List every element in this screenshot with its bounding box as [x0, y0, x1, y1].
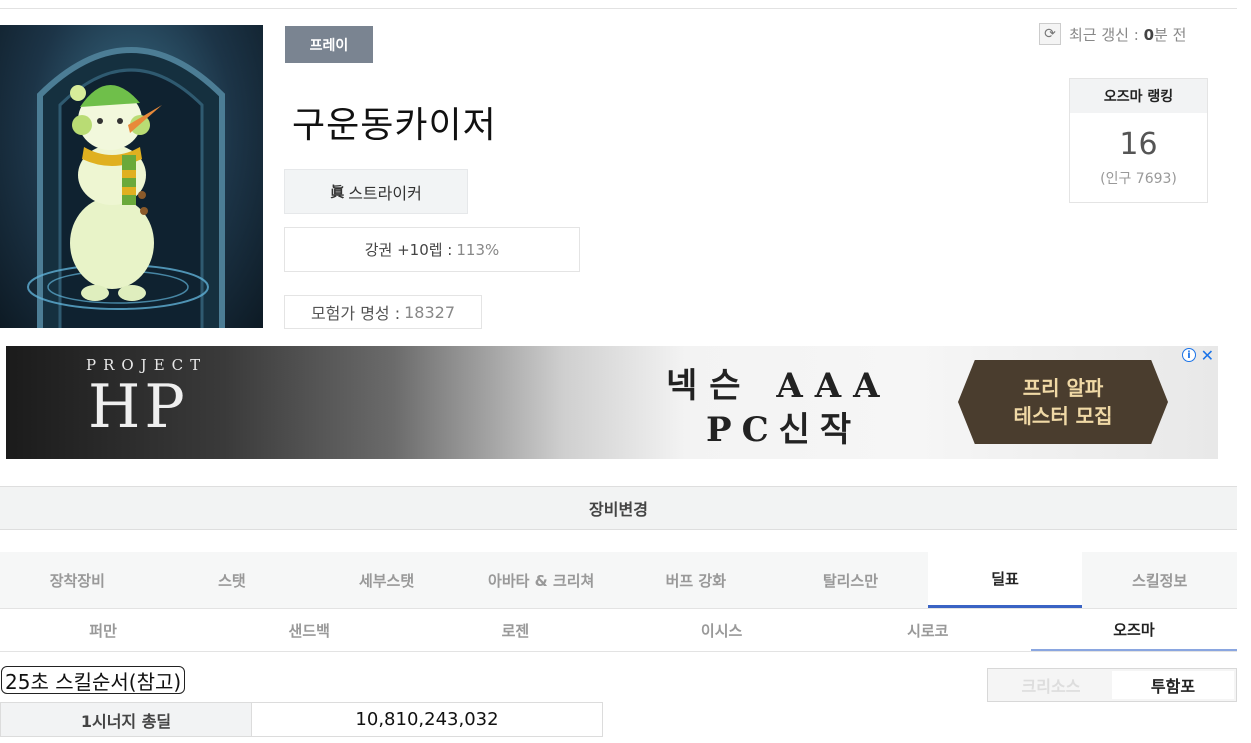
character-name: 구운동카이저	[292, 105, 497, 146]
ranking-value: 16	[1119, 127, 1158, 162]
character-avatar	[0, 25, 263, 328]
refresh-status: ⟳ 최근 갱신 : 0분 전	[1039, 23, 1186, 45]
weapon-toggle: 크리소스 투함포	[987, 668, 1237, 702]
fame-label: 모험가 명성 :	[310, 304, 401, 323]
fame-value: 18327	[404, 302, 456, 322]
ad-headline-1: 넥슨 AAA	[666, 366, 892, 406]
tab-main-3[interactable]: 아바타 & 크리쳐	[464, 552, 619, 608]
tab-main-2[interactable]: 세부스탯	[309, 552, 464, 608]
buff-power-box: 강권 +10렙 : 113%	[284, 227, 580, 272]
ad-headline-2: PC신작	[706, 410, 862, 450]
tab-raid-3[interactable]: 이시스	[619, 610, 825, 651]
job-box: 眞 스트라이커	[284, 169, 468, 214]
buff-value: 113%	[456, 240, 500, 259]
ad-info-icon[interactable]: i	[1182, 348, 1196, 362]
tab-raid-5[interactable]: 오즈마	[1030, 610, 1238, 651]
ad-banner[interactable]: PROJECT HP 넥슨 AAA PC신작 프리 알파 테스터 모집 i ✕	[6, 346, 1218, 459]
tab-main-1[interactable]: 스탯	[155, 552, 310, 608]
adventurer-fame-box: 모험가 명성 : 18327	[284, 295, 482, 329]
tab-main-7[interactable]: 스킬정보	[1082, 552, 1237, 608]
tab-raid-1[interactable]: 샌드백	[206, 610, 412, 651]
ad-cta-line2: 테스터 모집	[1013, 404, 1113, 428]
ad-close-icon[interactable]: ✕	[1201, 346, 1214, 365]
ranking-population: (인구 7693)	[1100, 171, 1177, 187]
job-name: 스트라이커	[348, 183, 422, 203]
tab-main-6[interactable]: 딜표	[927, 552, 1083, 608]
skill-order-button[interactable]: 25초 스킬순서(참고)	[1, 666, 186, 694]
refresh-suffix: 분 전	[1154, 25, 1187, 44]
buff-label: 강권 +10렙 :	[364, 241, 453, 259]
refresh-prefix: 최근 갱신 :	[1069, 25, 1139, 44]
ranking-title: 오즈마 랭킹	[1070, 79, 1207, 113]
ad-logo: HP	[88, 372, 189, 442]
main-tabs: 장착장비 스탯 세부스탯 아바타 & 크리쳐 버프 강화 탈리스만 딜표 스킬정보	[0, 552, 1237, 609]
true-awakening-mark: 眞	[330, 184, 345, 201]
total-damage-value: 10,810,243,032	[252, 702, 603, 737]
toggle-option-1[interactable]: 투함포	[1112, 671, 1234, 699]
server-badge: 프레이	[285, 26, 373, 63]
equipment-change-button[interactable]: 장비변경	[0, 486, 1237, 530]
ad-cta-button[interactable]: 프리 알파 테스터 모집	[958, 360, 1168, 444]
tab-raid-0[interactable]: 퍼만	[0, 610, 206, 651]
total-damage-row: 1시너지 총딜 10,810,243,032	[0, 702, 603, 737]
total-damage-label: 1시너지 총딜	[0, 702, 252, 737]
refresh-text: 최근 갱신 : 0분 전	[1069, 24, 1186, 45]
ranking-box: 오즈마 랭킹 16 (인구 7693)	[1069, 78, 1208, 203]
raid-tabs: 퍼만 샌드백 로젠 이시스 시로코 오즈마	[0, 610, 1238, 652]
tab-main-0[interactable]: 장착장비	[0, 552, 155, 608]
toggle-option-0[interactable]: 크리소스	[990, 671, 1112, 699]
tab-main-5[interactable]: 탈리스만	[773, 552, 928, 608]
snowman-character-image	[27, 47, 225, 328]
tab-main-4[interactable]: 버프 강화	[619, 552, 774, 608]
top-divider	[0, 8, 1237, 9]
refresh-minutes: 0	[1143, 25, 1155, 44]
refresh-icon[interactable]: ⟳	[1039, 23, 1061, 45]
tab-raid-2[interactable]: 로젠	[412, 610, 618, 651]
tab-raid-4[interactable]: 시로코	[825, 610, 1031, 651]
ad-cta-line1: 프리 알파	[1022, 376, 1104, 400]
